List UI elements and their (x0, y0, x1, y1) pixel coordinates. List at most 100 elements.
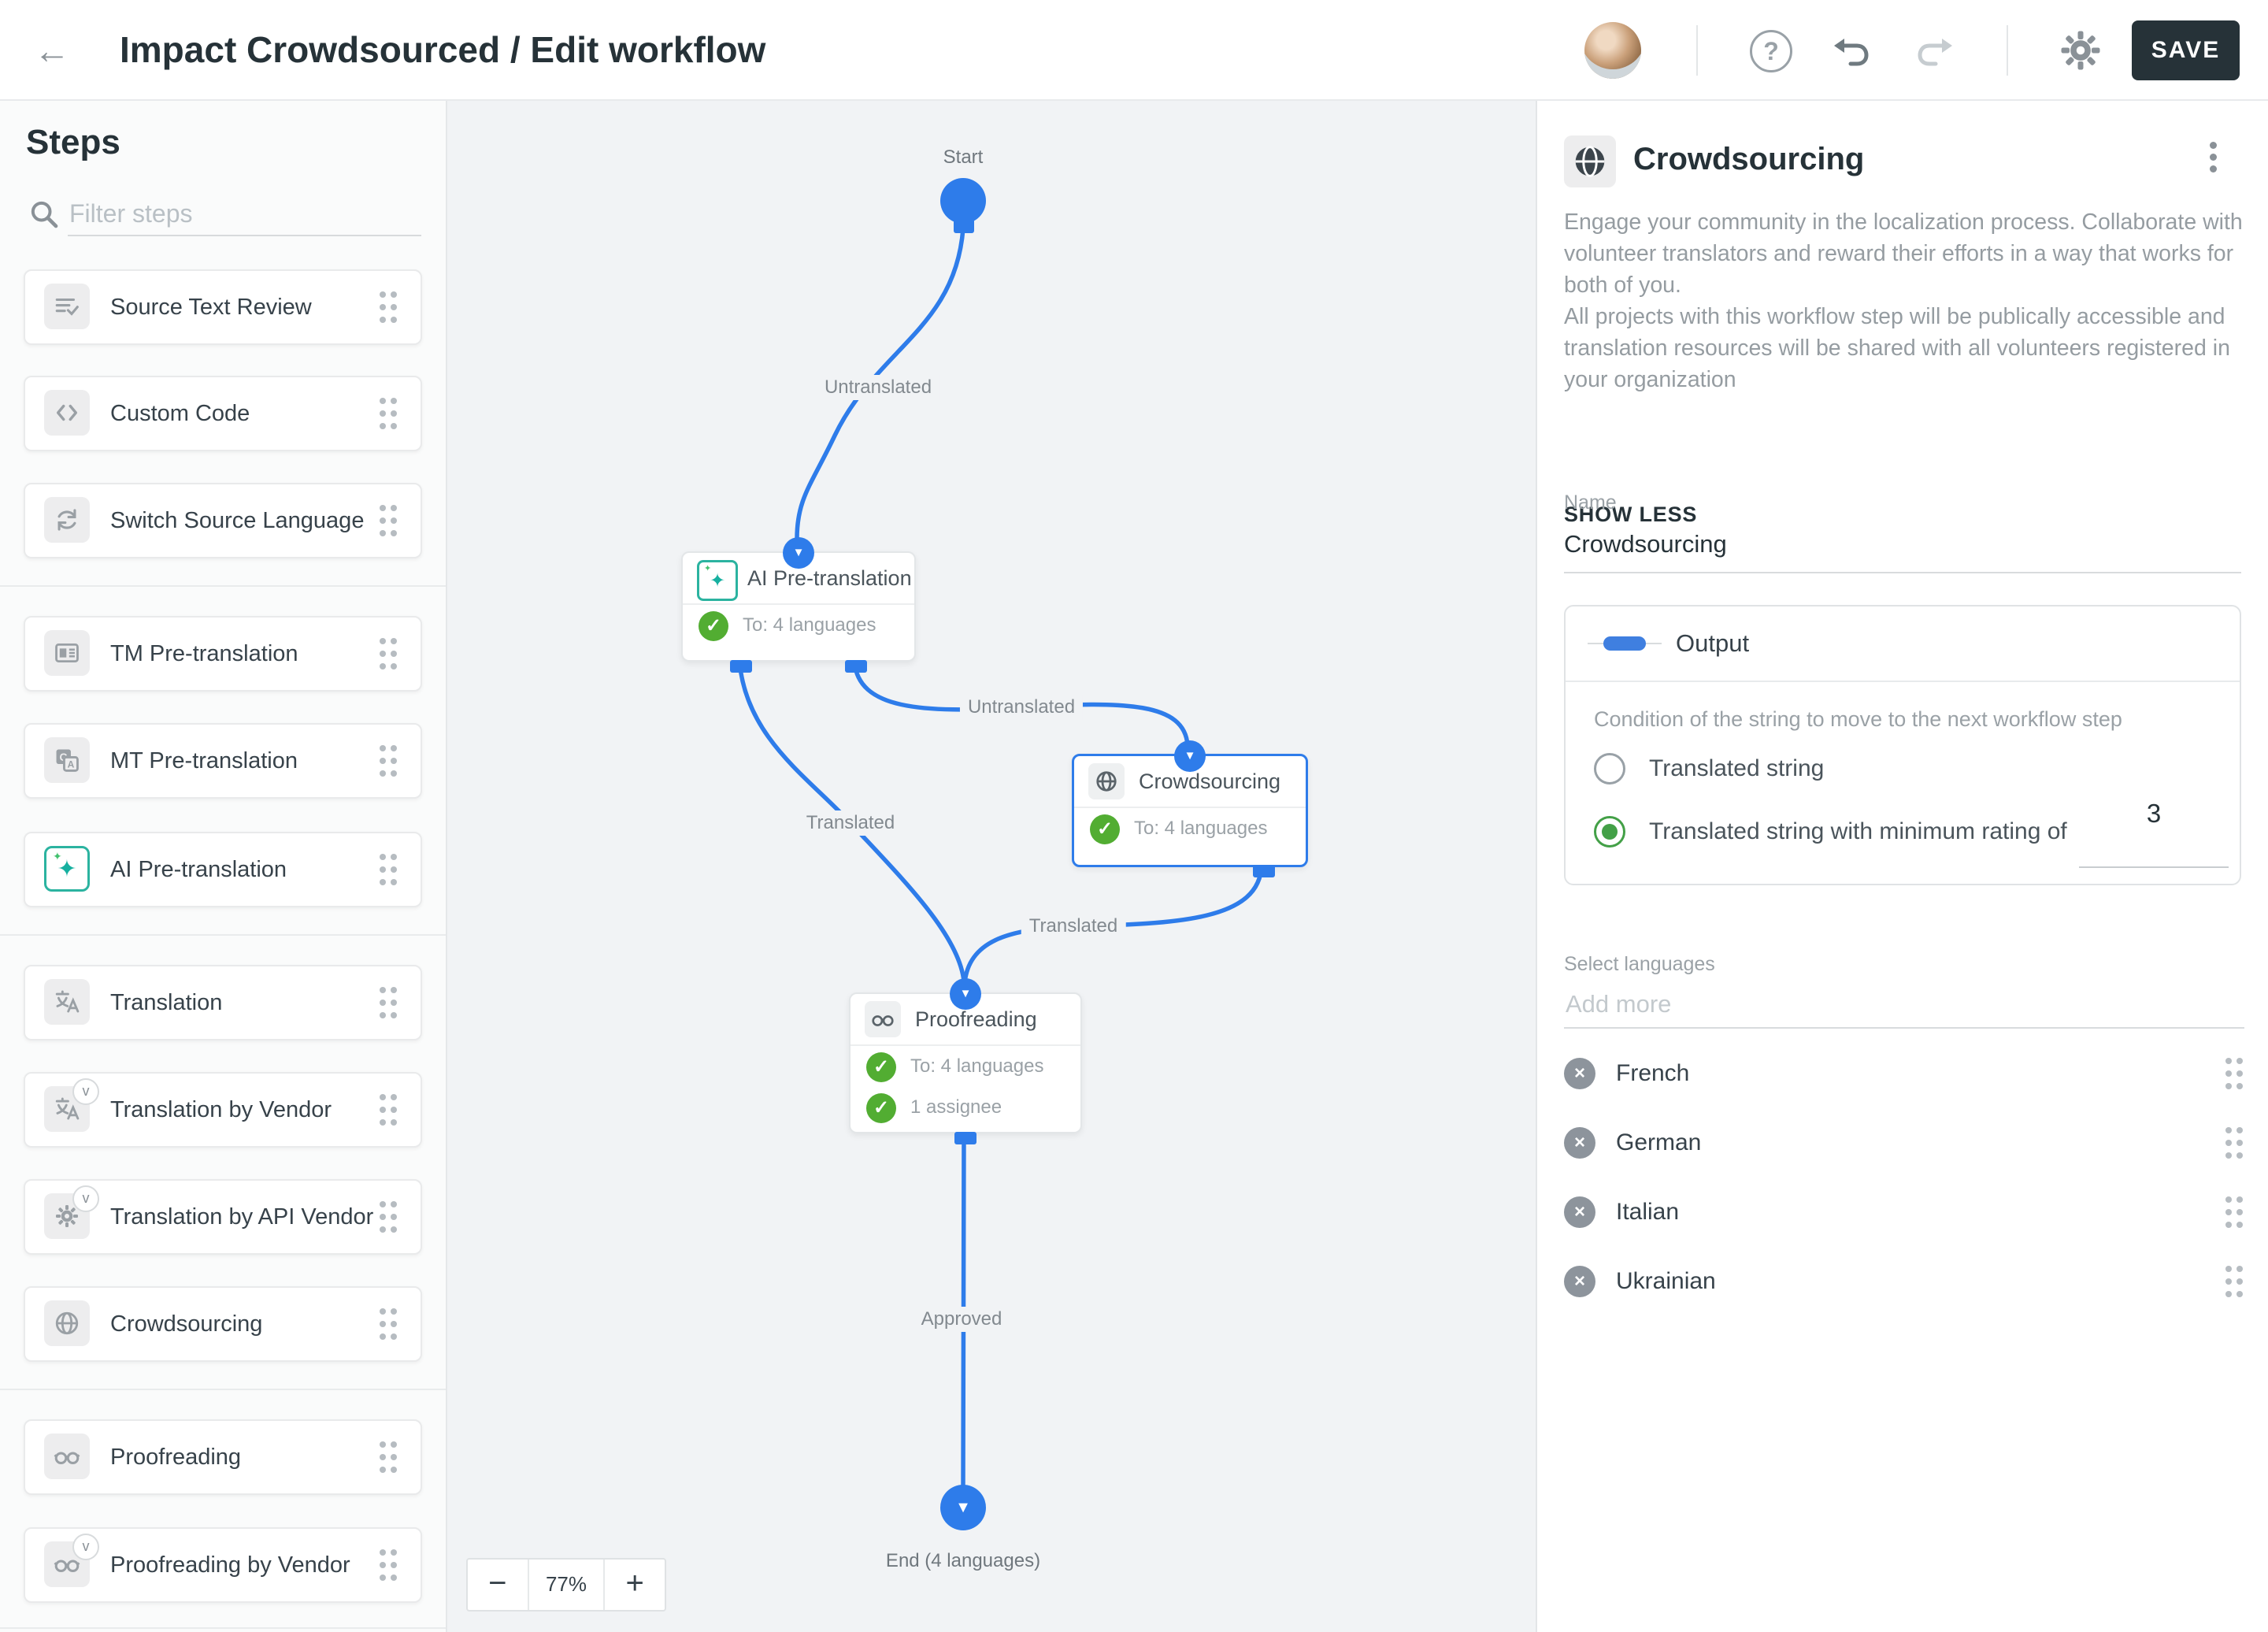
check-icon (699, 611, 728, 641)
drag-handle-icon[interactable] (380, 1549, 397, 1581)
globe-icon (44, 1300, 90, 1346)
workflow-editor-app: Impact Crowdsourced / Edit workflow SAVE… (0, 0, 2268, 1632)
radio-selected-icon[interactable] (1594, 816, 1625, 848)
edge-label: Translated (798, 810, 903, 836)
drag-handle-icon[interactable] (2225, 1196, 2243, 1228)
language-row-ukrainian: Ukrainian (1564, 1258, 2246, 1305)
select-languages-label: Select languages (1564, 953, 1715, 975)
step-item-mt-pre-translation[interactable]: GA MT Pre-translation (24, 723, 422, 799)
output-connector-stub[interactable] (845, 660, 867, 673)
drag-handle-icon[interactable] (2225, 1058, 2243, 1089)
step-item-ai-pre-translation[interactable]: ✦ ✦ AI Pre-translation (24, 832, 422, 907)
name-label: Name (1564, 491, 1617, 514)
toolbar-divider (2007, 25, 2008, 76)
drag-handle-icon[interactable] (380, 398, 397, 429)
radio-icon[interactable] (1594, 753, 1625, 784)
drag-handle-icon[interactable] (380, 854, 397, 885)
panel-title: Crowdsourcing (1633, 142, 1865, 176)
back-arrow-icon[interactable] (32, 30, 72, 71)
remove-language-icon[interactable] (1564, 1127, 1595, 1159)
drag-handle-icon[interactable] (380, 1441, 397, 1473)
avatar[interactable] (1584, 22, 1641, 79)
ai-sparkle-icon: ✦ ✦ (697, 560, 738, 601)
step-item-proofreading[interactable]: Proofreading (24, 1419, 422, 1495)
node-proofreading[interactable]: Proofreading To: 4 languages 1 assignee (849, 978, 1082, 1144)
remove-language-icon[interactable] (1564, 1196, 1595, 1228)
output-section: Output Condition of the string to move t… (1564, 605, 2241, 885)
group-divider (0, 934, 446, 936)
group-divider (0, 1389, 446, 1390)
edge-label: Translated (1021, 914, 1126, 939)
workflow-edges (737, 226, 1264, 1489)
edge-label: Untranslated (959, 695, 1084, 720)
remove-language-icon[interactable] (1564, 1058, 1595, 1089)
output-connector-stub[interactable] (954, 1132, 976, 1144)
step-settings-panel: Crowdsourcing Engage your community in t… (1536, 101, 2268, 1632)
output-connector-stub[interactable] (730, 660, 752, 673)
settings-gear-icon[interactable] (2059, 28, 2103, 72)
step-item-translation-by-api-vendor[interactable]: Translation by API Vendor (24, 1179, 422, 1255)
edge-target-icon (950, 978, 981, 1010)
step-item-proofreading-by-vendor[interactable]: Proofreading by Vendor (24, 1527, 422, 1603)
min-rating-input[interactable]: 3 (2079, 799, 2229, 829)
edge-target-icon (783, 537, 814, 569)
drag-handle-icon[interactable] (2225, 1127, 2243, 1159)
drag-handle-icon[interactable] (380, 505, 397, 536)
step-item-crowdsourcing[interactable]: Crowdsourcing (24, 1286, 422, 1362)
drag-handle-icon[interactable] (380, 1094, 397, 1126)
glasses-icon (44, 1534, 99, 1587)
edge-target-icon (1174, 740, 1206, 772)
language-row-french: French (1564, 1050, 2246, 1097)
remove-language-icon[interactable] (1564, 1266, 1595, 1297)
tm-card-icon (44, 630, 90, 676)
switch-language-icon (44, 497, 90, 543)
translate-icon (44, 1078, 99, 1132)
step-item-tm-pre-translation[interactable]: TM Pre-translation (24, 616, 422, 692)
check-icon (866, 1052, 896, 1082)
step-item-translation-by-vendor[interactable]: Translation by Vendor (24, 1072, 422, 1148)
end-node[interactable] (940, 1485, 986, 1530)
drag-handle-icon[interactable] (380, 291, 397, 323)
help-icon[interactable] (1750, 30, 1792, 72)
drag-handle-icon[interactable] (380, 1308, 397, 1340)
edge-label: Approved (913, 1307, 1010, 1332)
step-item-custom-code[interactable]: Custom Code (24, 376, 422, 451)
drag-handle-icon[interactable] (380, 745, 397, 777)
drag-handle-icon[interactable] (380, 638, 397, 669)
start-node[interactable] (940, 178, 986, 224)
workflow-canvas[interactable]: Start Untranslated Untranslated Translat… (447, 101, 1536, 1632)
translate-icon (44, 979, 90, 1025)
drag-handle-icon[interactable] (2225, 1266, 2243, 1297)
filter-steps-input[interactable] (68, 192, 421, 236)
zoom-in-button[interactable]: + (605, 1560, 665, 1610)
group-divider (0, 585, 446, 587)
vendor-badge (72, 1185, 99, 1212)
filter-steps-field (28, 192, 422, 238)
drag-handle-icon[interactable] (380, 987, 397, 1018)
step-item-source-text-review[interactable]: Source Text Review (24, 269, 422, 345)
kebab-menu-icon[interactable] (2210, 142, 2218, 178)
undo-icon[interactable] (1829, 28, 1873, 72)
vendor-badge (72, 1534, 99, 1560)
name-input[interactable]: Crowdsourcing (1564, 525, 2241, 573)
min-rating-underline (2079, 866, 2229, 868)
check-icon (866, 1093, 896, 1123)
output-connector-stub[interactable] (1253, 865, 1275, 877)
start-label: Start (943, 147, 984, 168)
globe-icon (1088, 763, 1125, 799)
node-crowdsourcing[interactable]: Crowdsourcing To: 4 languages (1072, 740, 1308, 877)
step-item-switch-source-language[interactable]: Switch Source Language (24, 483, 422, 558)
gear-icon (44, 1185, 99, 1239)
save-button[interactable]: SAVE (2132, 20, 2240, 80)
language-row-italian: Italian (1564, 1189, 2246, 1236)
redo-icon[interactable] (1914, 28, 1958, 72)
output-title: Output (1676, 629, 1750, 657)
node-ai-pre-translation[interactable]: ✦✦ AI Pre-translation To: 4 languages (681, 537, 916, 673)
steps-sidebar: Steps Source Text Review Custom Code Swi… (0, 101, 447, 1632)
step-description: Engage your community in the localizatio… (1564, 210, 2243, 392)
connector-bar-icon (1588, 636, 1662, 651)
step-item-translation[interactable]: Translation (24, 965, 422, 1040)
zoom-out-button[interactable]: − (468, 1560, 528, 1610)
drag-handle-icon[interactable] (380, 1201, 397, 1233)
add-language-input[interactable] (1564, 981, 2244, 1029)
